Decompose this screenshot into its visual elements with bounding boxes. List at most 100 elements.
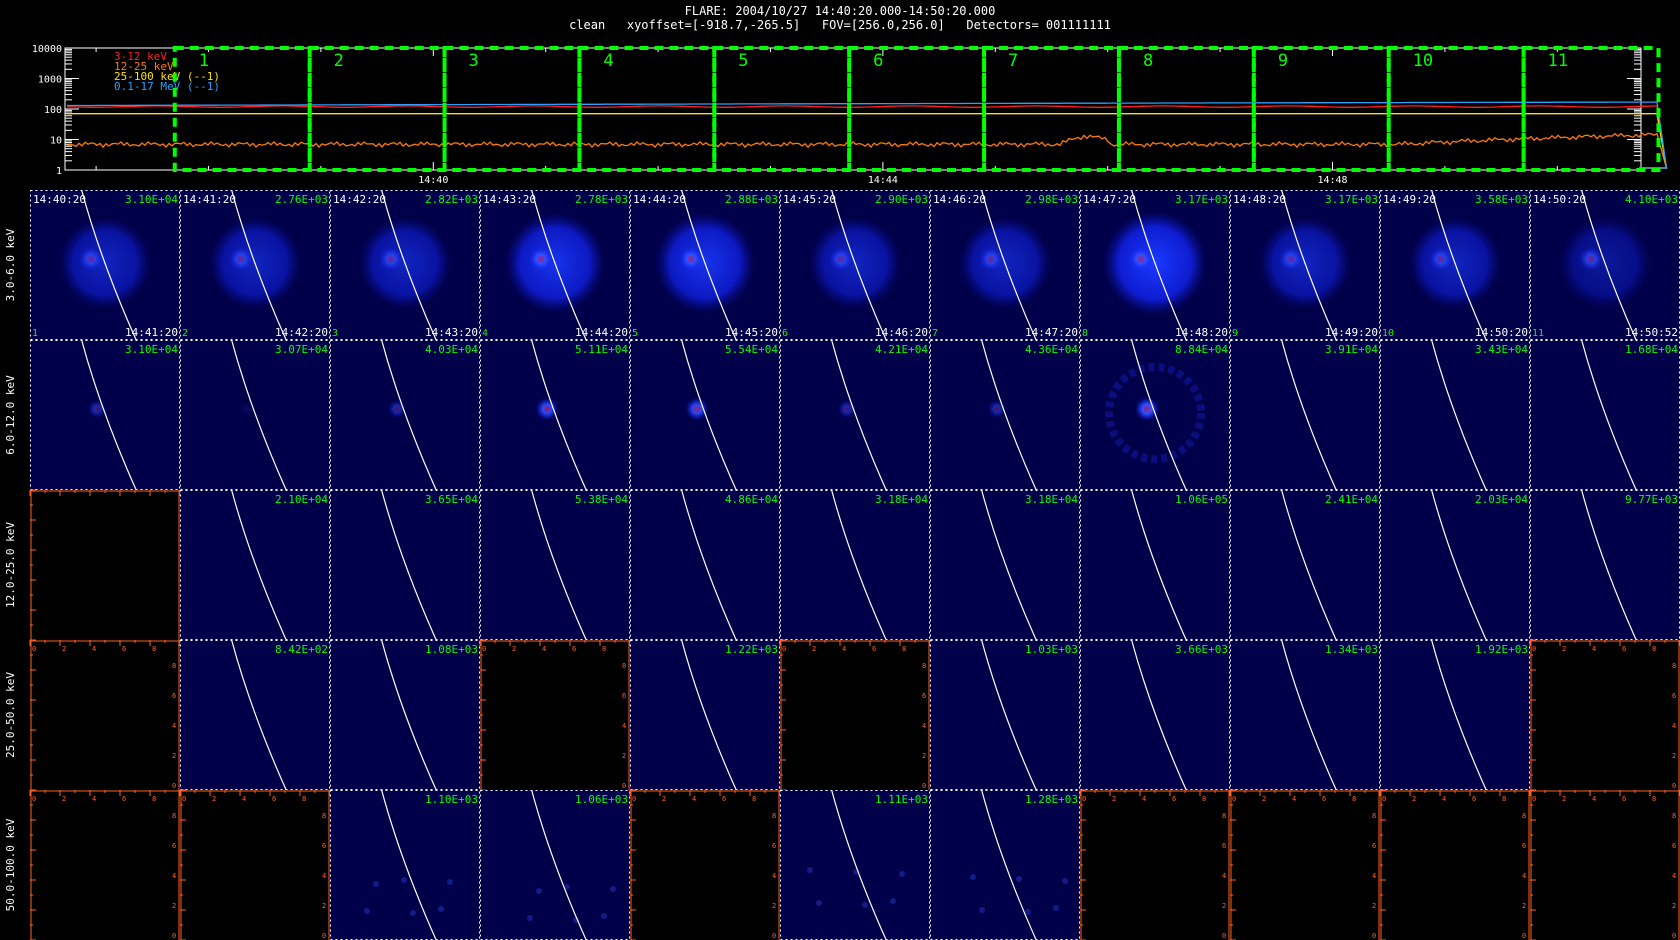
empty-panel-tick-label: 0 xyxy=(1382,795,1386,803)
interval-number-label: 11 xyxy=(1532,328,1544,339)
flare-source xyxy=(535,397,559,421)
interval-number-label: 9 xyxy=(1232,328,1238,339)
empty-panel-tick-label: 0 xyxy=(1522,932,1526,940)
empty-panel-tick-label: 2 xyxy=(512,645,516,653)
empty-panel-tick-label: 6 xyxy=(1622,795,1626,803)
noise-blob xyxy=(1053,905,1059,911)
image-panel: 1.03E+03 xyxy=(930,640,1080,790)
empty-panel-bg xyxy=(1230,790,1380,940)
image-panel: 2.88E+03 14:44:20 14:45:20 5 xyxy=(630,190,780,340)
noise-blob xyxy=(970,874,976,880)
empty-panel-tick-label: 0 xyxy=(632,795,636,803)
empty-panel-tick-label: 6 xyxy=(1672,692,1676,700)
empty-panel-tick-label: 8 xyxy=(1652,795,1656,803)
interval-number-label: 3 xyxy=(332,328,338,339)
empty-panel-tick-label: 4 xyxy=(692,795,696,803)
noise-blob xyxy=(364,908,370,914)
empty-panel-tick-label: 2 xyxy=(922,752,926,760)
noise-blob xyxy=(979,907,985,913)
energy-band-label: 3.0-6.0 keV xyxy=(4,228,17,301)
interval-number-label: 1 xyxy=(32,328,38,339)
empty-panel-tick-label: 4 xyxy=(1372,872,1376,880)
image-grid: 3.0-6.0 keV 3.10E+04 14:40:20 14:41:20 1 2.76… xyxy=(4,190,1680,940)
empty-panel-tick-label: 4 xyxy=(172,872,176,880)
empty-panel-tick-label: 2 xyxy=(62,645,66,653)
max-value-label: 3.17E+03 xyxy=(1325,193,1378,206)
end-time-label: 14:50:52 xyxy=(1625,326,1678,339)
empty-panel-tick-label: 0 xyxy=(1672,932,1676,940)
empty-panel-tick-label: 2 xyxy=(172,752,176,760)
image-panel: 0 0 2 2 4 4 6 6 8 8 xyxy=(479,639,631,791)
empty-panel-tick-label: 8 xyxy=(172,662,176,670)
empty-panel-tick-label: 8 xyxy=(322,812,326,820)
empty-panel-bg xyxy=(630,790,780,940)
noise-blob xyxy=(410,910,416,916)
empty-panel-tick-label: 4 xyxy=(1442,795,1446,803)
image-panel: 3.17E+03 14:47:20 14:48:20 8 xyxy=(1080,190,1230,340)
max-value-label: 3.18E+04 xyxy=(875,493,928,506)
energy-band-label: 6.0-12.0 keV xyxy=(4,375,17,455)
empty-panel-tick-label: 8 xyxy=(302,795,306,803)
image-panel: 1.10E+03 xyxy=(330,790,480,940)
empty-panel-tick-label: 6 xyxy=(322,842,326,850)
max-value-label: 1.03E+03 xyxy=(1025,643,1078,656)
max-value-label: 3.18E+04 xyxy=(1025,493,1078,506)
empty-panel-tick-label: 4 xyxy=(1292,795,1296,803)
max-value-label: 1.92E+03 xyxy=(1475,643,1528,656)
empty-panel-tick-label: 8 xyxy=(1222,812,1226,820)
empty-panel-tick-label: 8 xyxy=(1372,812,1376,820)
end-time-label: 14:45:20 xyxy=(725,326,778,339)
energy-band-label: 50.0-100.0 keV xyxy=(4,818,17,911)
image-panel: 2.41E+04 xyxy=(1230,490,1380,640)
max-value-label: 2.03E+04 xyxy=(1475,493,1528,506)
empty-panel-tick-label: 6 xyxy=(1322,795,1326,803)
empty-panel-tick-label: 6 xyxy=(172,692,176,700)
end-time-label: 14:50:20 xyxy=(1475,326,1528,339)
image-panel: 2.10E+04 xyxy=(180,490,330,640)
image-panel: 5.54E+04 xyxy=(630,340,780,490)
max-value-label: 4.21E+04 xyxy=(875,343,928,356)
image-panel: 2.03E+04 xyxy=(1380,490,1530,640)
max-value-label: 1.08E+03 xyxy=(425,643,478,656)
empty-panel-tick-label: 0 xyxy=(1532,645,1536,653)
empty-panel-tick-label: 2 xyxy=(322,902,326,910)
start-time-label: 14:42:20 xyxy=(333,193,386,206)
empty-panel-tick-label: 8 xyxy=(1352,795,1356,803)
image-panel: 0 0 2 2 4 4 6 6 8 8 xyxy=(629,789,781,940)
image-panel: 0 0 2 2 4 4 6 6 8 8 xyxy=(1379,789,1531,940)
image-panel: 3.10E+04 xyxy=(30,340,180,490)
max-value-label: 5.38E+04 xyxy=(575,493,628,506)
max-value-label: 1.22E+03 xyxy=(725,643,778,656)
empty-panel-tick-label: 8 xyxy=(602,645,606,653)
empty-panel-tick-label: 8 xyxy=(902,645,906,653)
empty-panel-tick-label: 4 xyxy=(1592,795,1596,803)
image-panel: 4.03E+04 xyxy=(330,340,480,490)
image-panel: 3.18E+04 xyxy=(930,490,1080,640)
max-value-label: 5.11E+04 xyxy=(575,343,628,356)
energy-band-label: 12.0-25.0 keV xyxy=(4,522,17,608)
empty-panel-tick-label: 6 xyxy=(272,795,276,803)
end-time-label: 14:49:20 xyxy=(1325,326,1378,339)
image-panel: 3.10E+04 14:40:20 14:41:20 1 xyxy=(30,190,180,340)
max-value-label: 2.82E+03 xyxy=(425,193,478,206)
interval-number-label: 5 xyxy=(632,328,638,339)
start-time-label: 14:40:20 xyxy=(33,193,86,206)
end-time-label: 14:47:20 xyxy=(1025,326,1078,339)
max-value-label: 2.41E+04 xyxy=(1325,493,1378,506)
image-panel: 4.21E+04 xyxy=(780,340,930,490)
interval-number-label: 8 xyxy=(1082,328,1088,339)
interval-number-label: 4 xyxy=(482,328,488,339)
empty-panel-tick-label: 2 xyxy=(1672,902,1676,910)
max-value-label: 3.65E+04 xyxy=(425,493,478,506)
empty-panel-tick-label: 4 xyxy=(622,722,626,730)
empty-panel-tick-label: 2 xyxy=(1412,795,1416,803)
empty-panel-tick-label: 8 xyxy=(152,645,156,653)
empty-panel-tick-label: 8 xyxy=(1672,662,1676,670)
empty-panel-tick-label: 6 xyxy=(1622,645,1626,653)
max-value-label: 3.91E+04 xyxy=(1325,343,1378,356)
empty-panel-tick-label: 2 xyxy=(622,752,626,760)
image-panel: 1.28E+03 xyxy=(930,790,1080,940)
image-panel: 2.98E+03 14:46:20 14:47:20 7 xyxy=(930,190,1080,340)
empty-panel-tick-label: 0 xyxy=(1372,932,1376,940)
interval-number-label: 10 xyxy=(1382,328,1394,339)
